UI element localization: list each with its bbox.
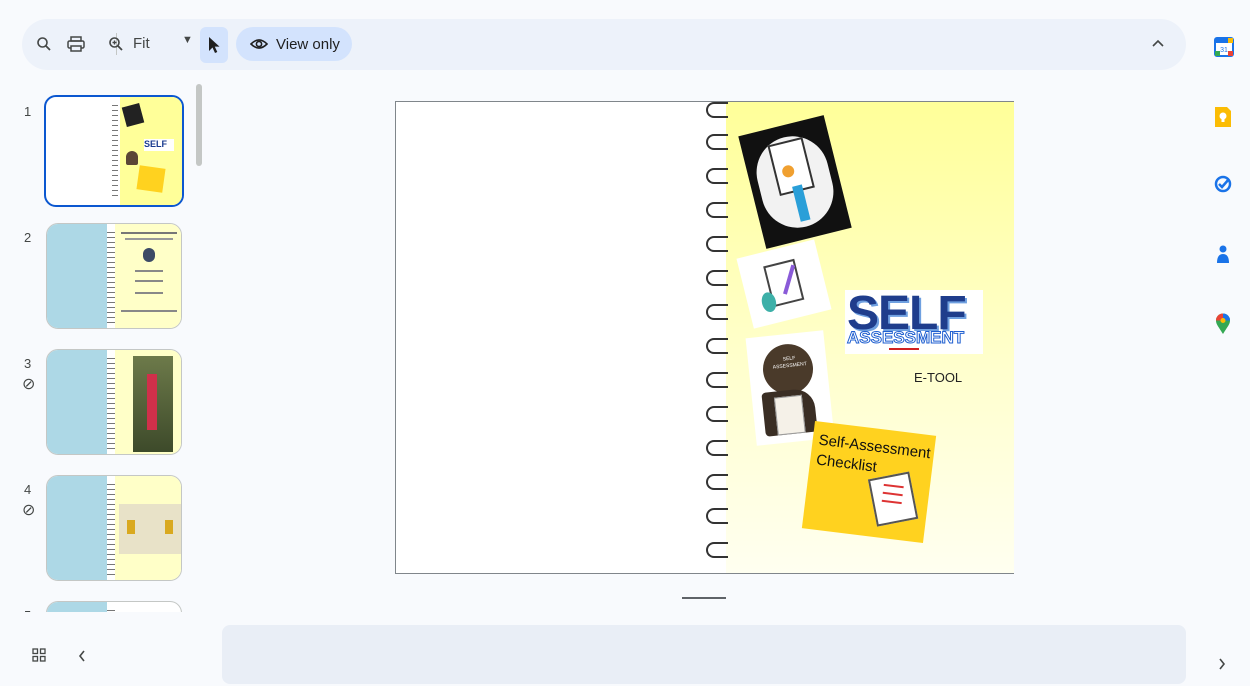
checklist-sticky-note: Self-Assessment Checklist bbox=[801, 420, 937, 544]
checklist-line2: Checklist bbox=[815, 451, 878, 476]
slide-thumbnail-3[interactable] bbox=[46, 349, 182, 455]
spiral-ring bbox=[706, 102, 728, 118]
spiral-ring bbox=[706, 542, 728, 558]
thumbnail-number: 3 bbox=[24, 356, 32, 371]
cursor-arrow-icon bbox=[209, 37, 220, 53]
collapse-sidebar-icon[interactable] bbox=[78, 647, 86, 667]
link-icon: ⊘ bbox=[22, 376, 36, 393]
etool-label: E-TOOL bbox=[914, 370, 963, 385]
thumbnail-number: 4 bbox=[24, 482, 32, 497]
slide-thumbnail-5[interactable] bbox=[46, 601, 182, 612]
expand-side-panel-icon[interactable] bbox=[1218, 657, 1226, 674]
resize-handle[interactable] bbox=[682, 597, 726, 599]
spiral-ring bbox=[706, 406, 728, 422]
contacts-icon[interactable] bbox=[1214, 244, 1234, 266]
thumbnail-number: 5 bbox=[24, 608, 31, 612]
view-only-label: View only bbox=[276, 35, 340, 53]
spiral-ring bbox=[706, 168, 728, 184]
grid-view-icon[interactable] bbox=[32, 648, 46, 667]
self-assessment-title: SELF ASSESSMENT bbox=[845, 287, 983, 354]
view-only-chip[interactable]: View only bbox=[236, 27, 352, 61]
tasks-icon[interactable] bbox=[1214, 175, 1234, 197]
spiral-ring bbox=[706, 304, 728, 320]
title-underline bbox=[889, 348, 919, 350]
maps-icon[interactable] bbox=[1214, 313, 1234, 335]
eye-icon bbox=[250, 39, 268, 49]
spiral-ring bbox=[706, 134, 728, 150]
zoom-level[interactable]: Fit bbox=[133, 35, 150, 52]
slide-thumbnail-list: 1 SELF 2 3 ⊘ 4 ⊘ bbox=[20, 86, 210, 612]
zoom-in-icon[interactable] bbox=[104, 32, 128, 56]
thumbnail-number: 1 bbox=[24, 104, 32, 119]
spiral-ring bbox=[706, 474, 728, 490]
keep-icon[interactable] bbox=[1214, 106, 1234, 128]
slide-thumbnail-4[interactable] bbox=[46, 475, 182, 581]
slide-thumbnail-2[interactable] bbox=[46, 223, 182, 329]
viewer-toolbar: Fit ▼ View only bbox=[22, 19, 1186, 70]
select-pointer-button[interactable] bbox=[200, 27, 228, 63]
print-icon[interactable] bbox=[64, 32, 88, 56]
search-icon[interactable] bbox=[32, 32, 56, 56]
collapse-toolbar-icon[interactable] bbox=[1152, 34, 1164, 50]
slide-canvas: SELF ASSESSMENT E-TOOL SELF ASSESSMENT S… bbox=[395, 101, 1014, 574]
spiral-ring bbox=[706, 202, 728, 218]
svg-text:31: 31 bbox=[1220, 47, 1228, 54]
title-sub-text: ASSESSMENT bbox=[846, 328, 965, 348]
spiral-ring bbox=[706, 508, 728, 524]
thumbnail-number: 2 bbox=[24, 230, 32, 245]
chevron-down-icon[interactable]: ▼ bbox=[182, 34, 193, 46]
spiral-ring bbox=[706, 372, 728, 388]
spiral-ring bbox=[706, 440, 728, 456]
slide-thumbnail-1[interactable]: SELF bbox=[44, 95, 184, 207]
calendar-icon[interactable]: 31 bbox=[1214, 37, 1234, 59]
spiral-ring bbox=[706, 270, 728, 286]
spiral-ring bbox=[706, 338, 728, 354]
thumbnail-scrollbar[interactable] bbox=[196, 84, 202, 166]
spiral-ring bbox=[706, 236, 728, 252]
link-icon: ⊘ bbox=[22, 502, 36, 519]
speaker-notes-area[interactable] bbox=[222, 625, 1186, 684]
